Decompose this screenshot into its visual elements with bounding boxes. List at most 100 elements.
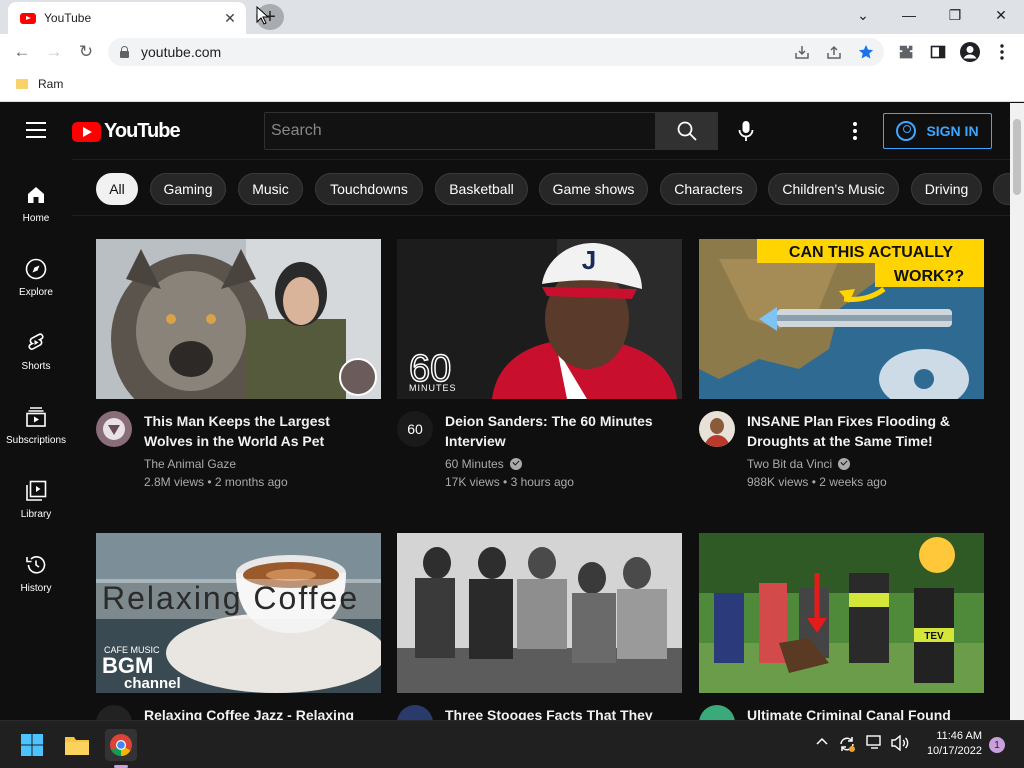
- search-input[interactable]: [271, 122, 655, 140]
- sidebar-item-home[interactable]: Home: [0, 167, 72, 241]
- sync-icon[interactable]: [838, 735, 856, 756]
- close-window-button[interactable]: ✕: [978, 0, 1024, 30]
- channel-name[interactable]: 60 Minutes: [445, 457, 522, 471]
- settings-more-icon[interactable]: [846, 117, 864, 145]
- sign-in-button[interactable]: SIGN IN: [883, 113, 992, 149]
- sidebar-item-history[interactable]: History: [0, 537, 72, 611]
- channel-avatar[interactable]: [699, 705, 735, 720]
- chip-music[interactable]: Music: [238, 173, 303, 205]
- svg-text:TEV: TEV: [924, 631, 944, 642]
- channel-avatar[interactable]: [699, 411, 735, 447]
- chip-gaming[interactable]: Gaming: [150, 173, 226, 205]
- video-meta: 60 Deion Sanders: The 60 Minutes Intervi…: [397, 411, 682, 501]
- video-meta: INSANE Plan Fixes Flooding & Droughts at…: [699, 411, 984, 501]
- volume-icon[interactable]: [890, 734, 910, 754]
- windows-start-icon[interactable]: [16, 729, 48, 761]
- video-stats: 988K views • 2 weeks ago: [747, 475, 887, 489]
- video-thumbnail[interactable]: [96, 239, 381, 399]
- video-grid: This Man Keeps the Largest Wolves in the…: [72, 217, 1010, 720]
- scrollbar-thumb[interactable]: [1013, 119, 1021, 195]
- channel-avatar[interactable]: [96, 411, 132, 447]
- channel-avatar[interactable]: [397, 705, 433, 720]
- lock-icon[interactable]: [120, 45, 129, 58]
- chrome-taskbar-icon[interactable]: [105, 729, 137, 761]
- bookmark-folder-ram[interactable]: Ram: [16, 77, 63, 91]
- video-title[interactable]: Three Stooges Facts That They: [445, 705, 680, 720]
- shorts-icon: [24, 331, 48, 355]
- channel-avatar[interactable]: [96, 705, 132, 720]
- channel-name[interactable]: Two Bit da Vinci: [747, 457, 851, 471]
- video-card[interactable]: J 60 MINUTES 60 Deion Sanders: The 60 Mi…: [397, 239, 682, 501]
- video-thumbnail[interactable]: TEV: [699, 533, 984, 693]
- browser-tab-youtube[interactable]: YouTube ✕: [8, 2, 246, 34]
- video-thumbnail[interactable]: CAN THIS ACTUALLY WORK??: [699, 239, 984, 399]
- sidebar-label: Shorts: [21, 361, 51, 372]
- chip-basketball[interactable]: Basketball: [435, 173, 528, 205]
- youtube-favicon-icon: [20, 12, 36, 24]
- download-install-icon[interactable]: [794, 44, 810, 60]
- chip-driving[interactable]: Driving: [911, 173, 982, 205]
- video-title[interactable]: Deion Sanders: The 60 Minutes Interview: [445, 411, 680, 451]
- search-button[interactable]: [655, 112, 718, 150]
- video-card[interactable]: CAN THIS ACTUALLY WORK?? INSANE Plan Fix…: [699, 239, 984, 501]
- video-card[interactable]: TEV Ultimate Criminal Canal Found: [699, 533, 984, 720]
- chip-all[interactable]: All: [96, 173, 138, 205]
- video-thumbnail[interactable]: Relaxing Coffee CAFE MUSIC BGM channel: [96, 533, 381, 693]
- bookmarked-star-icon[interactable]: [858, 44, 874, 60]
- video-meta: Relaxing Coffee Jazz - Relaxing: [96, 705, 381, 720]
- sidebar-item-subscriptions[interactable]: Subscriptions: [0, 389, 72, 463]
- windows-taskbar: 11:46 AM 10/17/2022 1: [0, 720, 1024, 768]
- clock-time: 11:46 AM: [936, 730, 982, 742]
- video-card[interactable]: This Man Keeps the Largest Wolves in the…: [96, 239, 381, 501]
- compass-icon: [24, 257, 48, 281]
- share-arrow-icon[interactable]: [826, 44, 842, 60]
- sign-in-label: SIGN IN: [926, 123, 979, 139]
- tab-search-icon[interactable]: ⌄: [840, 0, 886, 30]
- video-card[interactable]: Three Stooges Facts That They: [397, 533, 682, 720]
- video-meta: This Man Keeps the Largest Wolves in the…: [96, 411, 381, 501]
- sidebar-item-shorts[interactable]: Shorts: [0, 315, 72, 389]
- video-thumbnail[interactable]: [397, 533, 682, 693]
- profile-avatar-icon[interactable]: [956, 38, 984, 66]
- page-scrollbar[interactable]: [1010, 103, 1024, 720]
- chip-partial[interactable]: [993, 173, 1010, 205]
- extensions-icon[interactable]: [892, 38, 920, 66]
- youtube-logo[interactable]: YouTube: [72, 120, 181, 143]
- video-title[interactable]: Ultimate Criminal Canal Found: [747, 705, 982, 720]
- voice-search-button[interactable]: [732, 117, 760, 145]
- youtube-page: YouTube SIGN IN Home Explore: [0, 103, 1010, 720]
- mouse-cursor-icon: [256, 6, 270, 25]
- video-title[interactable]: INSANE Plan Fixes Flooding & Droughts at…: [747, 411, 982, 451]
- address-bar[interactable]: youtube.com: [108, 38, 884, 66]
- chip-childrens-music[interactable]: Children's Music: [768, 173, 899, 205]
- video-card[interactable]: Relaxing Coffee CAFE MUSIC BGM channel R…: [96, 533, 381, 720]
- chip-characters[interactable]: Characters: [660, 173, 757, 205]
- side-panel-icon[interactable]: [924, 38, 952, 66]
- tray-overflow-chevron-icon[interactable]: [815, 735, 829, 752]
- back-button[interactable]: ←: [8, 38, 36, 66]
- chip-game-shows[interactable]: Game shows: [539, 173, 648, 205]
- notification-badge[interactable]: 1: [989, 737, 1005, 753]
- close-tab-icon[interactable]: ✕: [220, 8, 240, 28]
- youtube-play-logo-icon: [72, 121, 101, 142]
- video-title[interactable]: Relaxing Coffee Jazz - Relaxing: [144, 705, 379, 720]
- sidebar-item-explore[interactable]: Explore: [0, 241, 72, 315]
- video-thumbnail[interactable]: J 60 MINUTES: [397, 239, 682, 399]
- taskbar-clock[interactable]: 11:46 AM 10/17/2022: [918, 729, 982, 759]
- channel-name[interactable]: The Animal Gaze: [144, 457, 236, 471]
- sidebar-item-library[interactable]: Library: [0, 463, 72, 537]
- video-title[interactable]: This Man Keeps the Largest Wolves in the…: [144, 411, 379, 451]
- forward-button[interactable]: →: [40, 38, 68, 66]
- minimize-button[interactable]: —: [886, 0, 932, 30]
- menu-icon[interactable]: [26, 122, 46, 138]
- chip-touchdowns[interactable]: Touchdowns: [315, 173, 423, 205]
- sidebar-label: History: [20, 583, 52, 594]
- restore-button[interactable]: ❐: [932, 0, 978, 30]
- reload-button[interactable]: ↻: [72, 38, 100, 66]
- svg-text:J: J: [582, 245, 596, 275]
- channel-avatar[interactable]: 60: [397, 411, 433, 447]
- network-icon[interactable]: [866, 735, 884, 754]
- file-explorer-icon[interactable]: [61, 729, 93, 761]
- chrome-menu-icon[interactable]: [988, 38, 1016, 66]
- search-icon: [677, 121, 697, 141]
